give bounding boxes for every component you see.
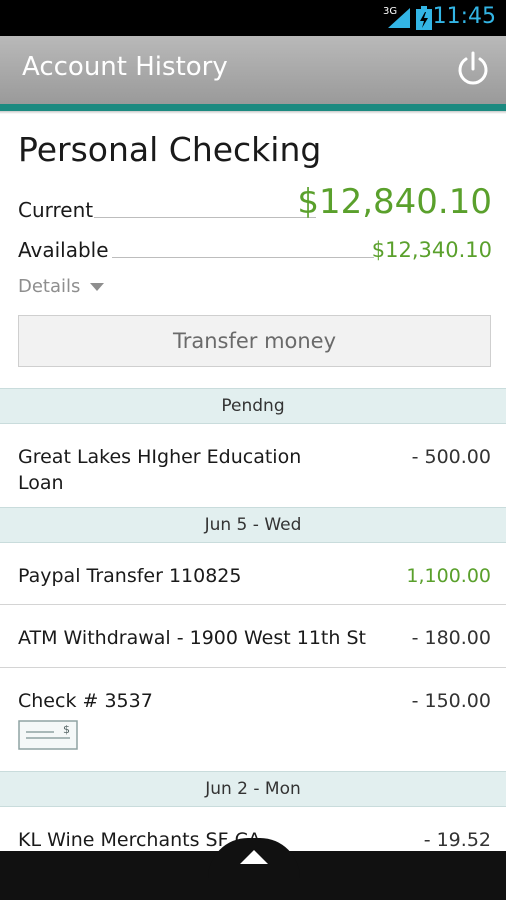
dotted-leader <box>94 217 316 218</box>
caret-down-icon <box>90 283 105 291</box>
transaction-description: Check # 3537 <box>18 690 153 712</box>
details-label: Details <box>18 276 81 297</box>
available-balance: $12,340.10 <box>371 238 492 262</box>
app-bar: Account History <box>0 36 506 104</box>
transfer-money-button[interactable]: Transfer money <box>18 315 491 367</box>
svg-text:$: $ <box>63 723 70 736</box>
transaction-row[interactable]: Great Lakes HIgher Education Loan - 500.… <box>0 424 506 508</box>
available-balance-row: Available $12,340.10 <box>18 232 492 262</box>
status-bar: 3G 11:45 <box>0 0 506 36</box>
check-image-icon[interactable]: $ <box>18 720 78 750</box>
divider-shadow <box>0 111 506 114</box>
section-header-pending: Pendng <box>0 388 506 424</box>
account-name: Personal Checking <box>18 130 322 169</box>
page-title: Account History <box>22 52 228 82</box>
chevron-up-icon <box>240 850 268 864</box>
current-balance: $12,840.10 <box>297 182 492 222</box>
power-icon[interactable] <box>456 50 490 88</box>
signal-icon <box>388 8 410 28</box>
section-header-date: Jun 2 - Mon <box>0 771 506 807</box>
clock: 11:45 <box>432 4 496 29</box>
transaction-description: ATM Withdrawal - 1900 West 11th St <box>18 627 366 649</box>
transaction-row[interactable]: Check # 3537 - 150.00 $ <box>0 668 506 772</box>
current-label: Current <box>18 198 94 222</box>
current-balance-row: Current $12,840.10 <box>18 176 492 222</box>
transaction-amount: - 150.00 <box>411 690 491 712</box>
details-toggle[interactable]: Details <box>18 276 105 297</box>
accent-divider <box>0 104 506 111</box>
section-header-date: Jun 5 - Wed <box>0 507 506 543</box>
transaction-amount: 1,100.00 <box>406 565 491 587</box>
transaction-row[interactable]: Paypal Transfer 110825 1,100.00 <box>0 543 506 605</box>
transaction-amount: - 19.52 <box>423 829 491 851</box>
transaction-description: Paypal Transfer 110825 <box>18 565 242 587</box>
dotted-leader <box>112 257 374 258</box>
transaction-row[interactable]: ATM Withdrawal - 1900 West 11th St - 180… <box>0 605 506 668</box>
transaction-amount: - 500.00 <box>411 446 491 468</box>
transaction-description: KL Wine Merchants SF CA <box>18 829 261 851</box>
transaction-amount: - 180.00 <box>411 627 491 649</box>
transaction-description: Great Lakes HIgher Education Loan <box>18 446 302 494</box>
battery-charging-icon <box>416 6 432 30</box>
available-label: Available <box>18 238 109 262</box>
